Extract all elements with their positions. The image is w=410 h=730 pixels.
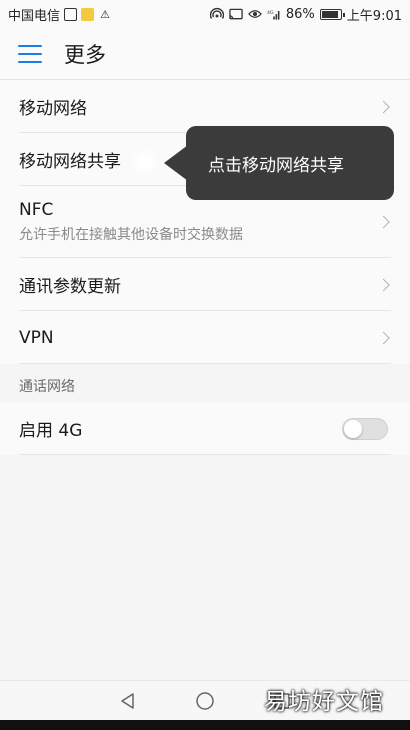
item-subtitle: 允许手机在接触其他设备时交换数据 (19, 227, 243, 243)
back-icon[interactable] (119, 692, 137, 710)
app-notification-icon (81, 7, 95, 21)
status-right: 4G 86% 上午9:01 (209, 5, 402, 24)
watermark: 易坊好文馆 (264, 689, 384, 715)
home-icon[interactable] (195, 691, 215, 711)
list-item-vpn[interactable]: VPN (0, 311, 410, 364)
warning-icon: ⚠ (100, 7, 110, 21)
notification-icon (64, 7, 78, 21)
eye-icon (247, 7, 262, 21)
status-bar: 中国电信 ⚠ 4G 86% 上午9:01 (0, 0, 410, 28)
chevron-right-icon (377, 278, 390, 291)
status-left: 中国电信 ⚠ (8, 5, 112, 24)
hotspot-icon (209, 7, 224, 21)
list-item-enable-4g[interactable]: 启用 4G (0, 402, 410, 455)
item-label: 启用 4G (19, 421, 83, 441)
tooltip-arrow (164, 145, 188, 181)
battery-icon (319, 8, 345, 20)
cast-icon (229, 7, 243, 21)
section-header: 通话网络 (0, 364, 410, 402)
chevron-right-icon (377, 100, 390, 113)
list-item-carrier-update[interactable]: 通讯参数更新 (0, 258, 410, 311)
page-title: 更多 (64, 42, 106, 67)
settings-list: 移动网络 移动网络共享 NFC 允许手机在接触其他设备时交换数据 通讯参数更新 … (0, 80, 410, 364)
bottom-strip (0, 720, 410, 730)
item-label: 移动网络 (19, 99, 87, 119)
item-label: 通讯参数更新 (19, 277, 121, 297)
chevron-right-icon (377, 215, 390, 229)
svg-text:4G: 4G (267, 10, 274, 16)
carrier-label: 中国电信 (8, 8, 61, 24)
item-label: VPN (19, 327, 54, 348)
chevron-right-icon (377, 331, 390, 344)
tap-highlight (138, 155, 152, 169)
guide-tooltip: 点击移动网络共享 (164, 126, 394, 200)
toggle-knob (344, 419, 362, 438)
menu-icon[interactable] (18, 44, 42, 63)
enable-4g-toggle[interactable] (342, 417, 388, 440)
app-bar: 更多 (0, 28, 410, 80)
signal-icon: 4G (267, 7, 281, 21)
tooltip-text: 点击移动网络共享 (208, 155, 344, 176)
clock: 上午9:01 (346, 8, 402, 24)
item-label: 移动网络共享 (19, 152, 121, 172)
call-network-list: 启用 4G (0, 402, 410, 455)
battery-percent: 86% (285, 6, 315, 22)
item-label: NFC (19, 200, 54, 220)
